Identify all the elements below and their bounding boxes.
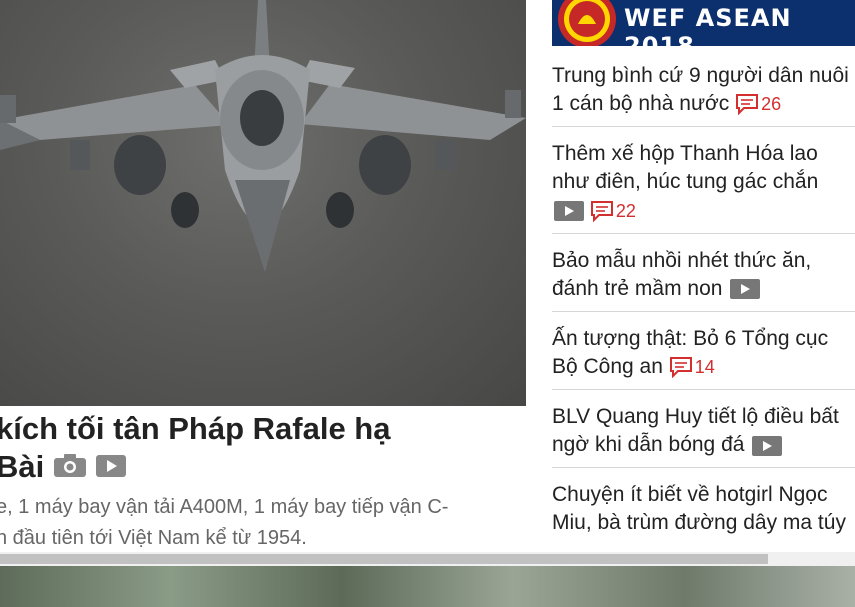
news-title[interactable]: Thêm xế hộp Thanh Hóa lao như điên, húc …: [552, 142, 818, 193]
asean-logo-icon: [558, 0, 616, 46]
comment-count[interactable]: 22: [590, 197, 636, 225]
camera-icon: [54, 448, 87, 486]
lead-line-1: e, 1 máy bay vận tải A400M, 1 máy bay ti…: [0, 496, 449, 518]
article-headline[interactable]: kích tối tân Pháp Rafale hạ Bài: [0, 410, 516, 486]
list-item[interactable]: Thêm xế hộp Thanh Hóa lao như điên, húc …: [552, 138, 855, 234]
comment-count[interactable]: 26: [735, 90, 781, 118]
next-article-image[interactable]: [0, 566, 855, 607]
list-item[interactable]: BLV Quang Huy tiết lộ điều bất ngờ khi d…: [552, 401, 855, 469]
comment-icon: [669, 357, 692, 379]
video-icon: [730, 279, 761, 300]
news-list: Trung bình cứ 9 người dân nuôi 1 cán bộ …: [552, 60, 855, 556]
news-title[interactable]: Trung bình cứ 9 người dân nuôi 1 cán bộ …: [552, 64, 849, 115]
rafale-jet-illustration: [0, 0, 526, 272]
list-item[interactable]: Chuyện ít biết về hotgirl Ngọc Miu, bà t…: [552, 479, 855, 545]
comment-icon: [590, 200, 613, 222]
comment-icon: [736, 94, 759, 116]
video-icon: [96, 448, 127, 486]
video-icon: [752, 435, 783, 456]
news-title[interactable]: BLV Quang Huy tiết lộ điều bất ngờ khi d…: [552, 405, 839, 456]
news-title[interactable]: Bảo mẫu nhồi nhét thức ăn, đánh trẻ mầm …: [552, 249, 811, 300]
article-lead: e, 1 máy bay vận tải A400M, 1 máy bay ti…: [0, 492, 526, 554]
wef-asean-banner[interactable]: WEF ASEAN 2018: [552, 0, 855, 46]
comment-number: 14: [694, 357, 715, 378]
scrollbar-thumb[interactable]: [0, 554, 768, 564]
banner-text: WEF ASEAN 2018: [624, 4, 792, 46]
comment-count[interactable]: 14: [669, 353, 715, 381]
list-item[interactable]: Bảo mẫu nhồi nhét thức ăn, đánh trẻ mầm …: [552, 245, 855, 312]
comment-number: 22: [615, 200, 636, 221]
horizontal-scrollbar[interactable]: [0, 552, 855, 566]
lead-line-2: n đầu tiên tới Việt Nam kể từ 1954.: [0, 527, 307, 549]
list-item[interactable]: Ấn tượng thật: Bỏ 6 Tổng cục Bộ Công an …: [552, 323, 855, 391]
comment-number: 26: [761, 94, 782, 115]
video-icon: [554, 200, 584, 221]
headline-line-1[interactable]: kích tối tân Pháp Rafale hạ: [0, 411, 390, 446]
news-title[interactable]: Chuyện ít biết về hotgirl Ngọc Miu, bà t…: [552, 483, 846, 534]
list-item[interactable]: Trung bình cứ 9 người dân nuôi 1 cán bộ …: [552, 60, 855, 128]
hero-image[interactable]: [0, 0, 526, 406]
headline-line-2[interactable]: Bài: [0, 448, 44, 486]
